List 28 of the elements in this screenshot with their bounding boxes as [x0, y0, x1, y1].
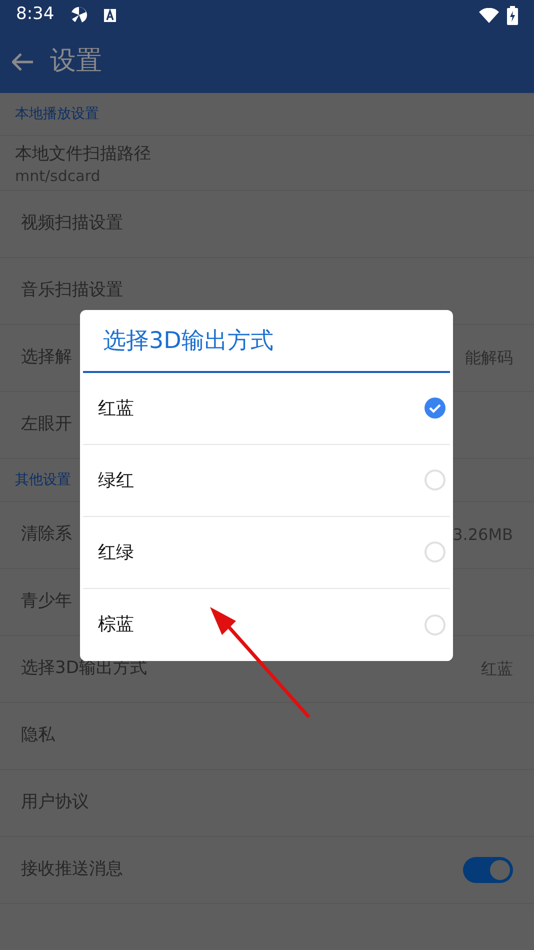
option-item[interactable]: 绿红: [83, 444, 450, 516]
section-header: 本地播放设置: [15, 104, 99, 124]
settings-row[interactable]: 接收推送消息: [0, 837, 534, 904]
settings-row[interactable]: 隐私: [0, 703, 534, 770]
setting-label: 选择解: [21, 346, 72, 370]
setting-label: 视频扫描设置: [21, 212, 123, 236]
option-item[interactable]: 红蓝: [83, 372, 450, 444]
setting-label: 接收推送消息: [21, 858, 123, 882]
setting-label: 隐私: [21, 724, 55, 748]
setting-label: 本地文件扫描路径: [15, 143, 151, 166]
option-item[interactable]: 红绿: [83, 516, 450, 588]
clock-time: 8:34: [16, 3, 54, 26]
setting-label: 青少年: [21, 590, 72, 614]
page-title: 设置: [50, 45, 102, 78]
section-header: 其他设置: [15, 470, 71, 490]
app-notification-icon: [104, 8, 116, 22]
battery-charging-icon: [507, 6, 518, 24]
setting-label: 用户协议: [21, 791, 89, 814]
toggle-switch[interactable]: [463, 857, 513, 883]
option-item[interactable]: 棕蓝: [83, 588, 450, 660]
setting-label: 左眼开: [21, 413, 72, 436]
settings-row[interactable]: 用户协议: [0, 770, 534, 837]
pinwheel-icon: [70, 6, 88, 24]
settings-row[interactable]: 视频扫描设置: [0, 191, 534, 258]
setting-label: 音乐扫描设置: [21, 279, 123, 302]
wifi-icon: [479, 8, 499, 22]
setting-label: 清除系: [21, 523, 72, 546]
back-arrow-icon[interactable]: [12, 52, 34, 70]
